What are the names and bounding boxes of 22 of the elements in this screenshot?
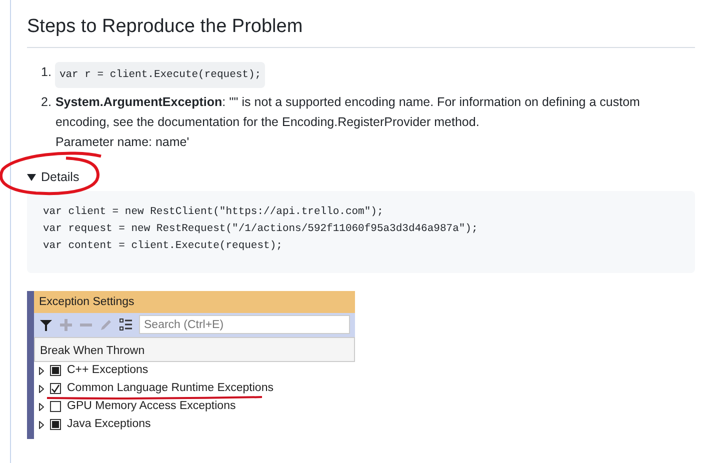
search-field[interactable]: Search (Ctrl+E) (139, 315, 350, 334)
expand-arrow-icon[interactable] (39, 402, 44, 411)
window-title: Exception Settings (34, 290, 355, 313)
step-text: System.ArgumentException: '"' is not a supported encoding name. For information on defining a custom encoding, see the documentation for the Encoding.RegisterProvider method. Parameter name: name' (55, 94, 641, 151)
expand-arrow-icon[interactable] (39, 384, 44, 393)
exception-label: GPU Memory Access Exceptions (67, 400, 236, 414)
checkbox[interactable] (50, 383, 61, 394)
filter-icon[interactable] (39, 318, 53, 332)
column-header: Break When Thrown (34, 336, 355, 362)
page-heading: Steps to Reproduce the Problem (27, 16, 695, 48)
list-number: 1. (41, 64, 52, 81)
exception-label: C++ Exceptions (67, 364, 148, 378)
exception-label: Common Language Runtime Exceptions (67, 382, 274, 396)
expand-arrow-icon[interactable] (39, 366, 44, 375)
list-number: 2. (41, 94, 52, 111)
code-block: var client = new RestClient("https://api.trello.com"); var request = new RestRequest("/1/actions/592f11060f95a3d3d46a987a"); var content = client.Execute(request); (27, 190, 695, 273)
list-icon[interactable] (119, 318, 133, 332)
exception-label: Java Exceptions (67, 418, 151, 432)
inline-code: var r = client.Execute(request); (55, 62, 266, 88)
details-summary[interactable]: Details (27, 168, 80, 187)
checkbox[interactable] (50, 401, 61, 412)
expand-arrow-icon[interactable] (39, 420, 44, 429)
